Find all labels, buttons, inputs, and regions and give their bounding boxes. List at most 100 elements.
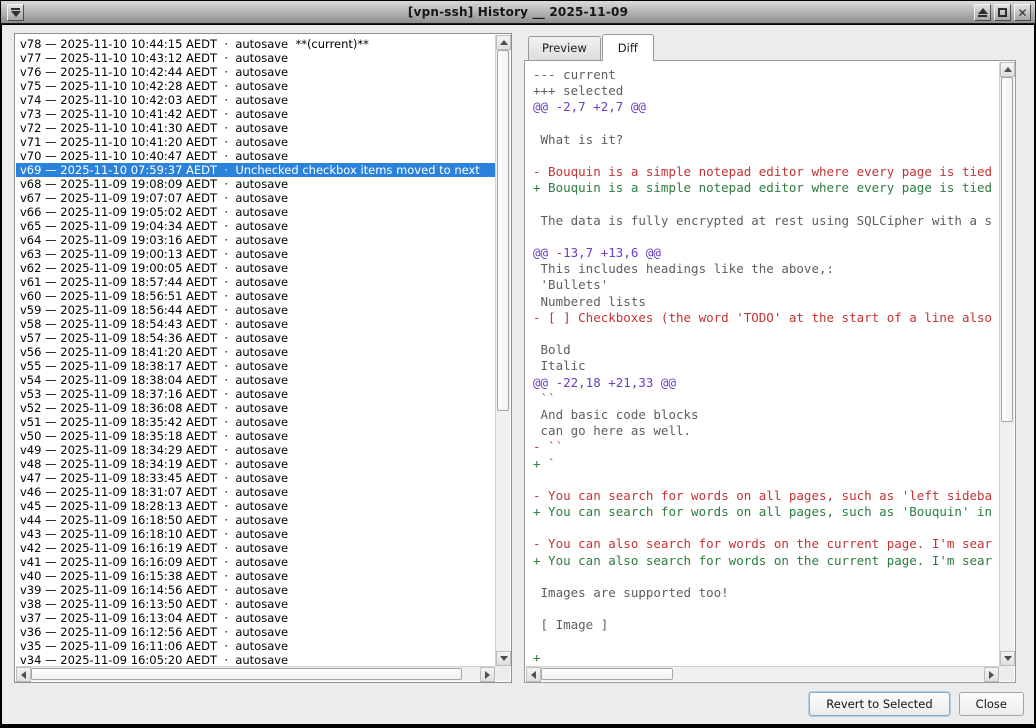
history-row[interactable]: v57 — 2025-11-09 18:54:36 AEDT · autosav… [16, 331, 495, 345]
diff-line: What is it? [533, 132, 999, 148]
history-horizontal-scrollbar[interactable] [16, 666, 495, 681]
history-row[interactable]: v44 — 2025-11-09 16:18:50 AEDT · autosav… [16, 513, 495, 527]
diff-line: Italic [533, 358, 999, 374]
history-row[interactable]: v40 — 2025-11-09 16:15:38 AEDT · autosav… [16, 569, 495, 583]
scroll-down-button[interactable] [496, 651, 511, 666]
history-row[interactable]: v36 — 2025-11-09 16:12:56 AEDT · autosav… [16, 625, 495, 639]
history-row[interactable]: v50 — 2025-11-09 18:35:18 AEDT · autosav… [16, 429, 495, 443]
history-row[interactable]: v61 — 2025-11-09 18:57:44 AEDT · autosav… [16, 275, 495, 289]
history-row[interactable]: v42 — 2025-11-09 16:16:19 AEDT · autosav… [16, 541, 495, 555]
scroll-left-button[interactable] [526, 667, 541, 682]
shade-button[interactable] [974, 4, 991, 21]
history-row[interactable]: v38 — 2025-11-09 16:13:50 AEDT · autosav… [16, 597, 495, 611]
history-row[interactable]: v74 — 2025-11-10 10:42:03 AEDT · autosav… [16, 93, 495, 107]
history-row[interactable]: v62 — 2025-11-09 19:00:05 AEDT · autosav… [16, 261, 495, 275]
history-row[interactable]: v78 — 2025-11-10 10:44:15 AEDT · autosav… [16, 37, 495, 51]
diff-line: + ` [533, 456, 999, 472]
diff-line: @@ -2,7 +2,7 @@ [533, 99, 999, 115]
history-row[interactable]: v49 — 2025-11-09 18:34:29 AEDT · autosav… [16, 443, 495, 457]
diff-line: @@ -13,7 +13,6 @@ [533, 245, 999, 261]
horizontal-scroll-thumb[interactable] [541, 668, 673, 680]
window-menu-button[interactable] [7, 4, 24, 21]
history-row[interactable]: v58 — 2025-11-09 18:54:43 AEDT · autosav… [16, 317, 495, 331]
close-dialog-button[interactable]: Close [959, 692, 1024, 716]
arrow-right-icon [989, 671, 994, 679]
close-icon: ✕ [1017, 7, 1027, 19]
history-row[interactable]: v72 — 2025-11-10 10:41:30 AEDT · autosav… [16, 121, 495, 135]
history-row[interactable]: v46 — 2025-11-09 18:31:07 AEDT · autosav… [16, 485, 495, 499]
history-row[interactable]: v59 — 2025-11-09 18:56:44 AEDT · autosav… [16, 303, 495, 317]
history-row[interactable]: v34 — 2025-11-09 16:05:20 AEDT · autosav… [16, 653, 495, 666]
history-row[interactable]: v54 — 2025-11-09 18:38:04 AEDT · autosav… [16, 373, 495, 387]
tab-diff[interactable]: Diff [602, 34, 654, 61]
diff-horizontal-scrollbar[interactable] [526, 666, 999, 681]
history-row[interactable]: v66 — 2025-11-09 19:05:02 AEDT · autosav… [16, 205, 495, 219]
window-menu-icon [11, 8, 21, 17]
diff-line: Bold [533, 342, 999, 358]
history-row[interactable]: v69 — 2025-11-10 07:59:37 AEDT · Uncheck… [16, 163, 495, 177]
arrow-left-icon [531, 671, 536, 679]
diff-panel: --- current+++ selected@@ -2,7 +2,7 @@ W… [524, 60, 1016, 683]
history-row[interactable]: v47 — 2025-11-09 18:33:45 AEDT · autosav… [16, 471, 495, 485]
scroll-right-button[interactable] [480, 667, 495, 682]
history-list[interactable]: v78 — 2025-11-10 10:44:15 AEDT · autosav… [16, 35, 495, 666]
scroll-right-button[interactable] [984, 667, 999, 682]
history-row[interactable]: v63 — 2025-11-09 19:00:13 AEDT · autosav… [16, 247, 495, 261]
maximize-button[interactable] [994, 4, 1011, 21]
history-row[interactable]: v43 — 2025-11-09 16:18:10 AEDT · autosav… [16, 527, 495, 541]
history-row[interactable]: v48 — 2025-11-09 18:34:19 AEDT · autosav… [16, 457, 495, 471]
titlebar[interactable]: [vpn-ssh] History __ 2025-11-09 ✕ [1, 1, 1035, 24]
history-row[interactable]: v76 — 2025-11-10 10:42:44 AEDT · autosav… [16, 65, 495, 79]
history-row[interactable]: v45 — 2025-11-09 18:28:13 AEDT · autosav… [16, 499, 495, 513]
history-row[interactable]: v67 — 2025-11-09 19:07:07 AEDT · autosav… [16, 191, 495, 205]
scroll-down-button[interactable] [1000, 651, 1015, 666]
history-list-panel: v78 — 2025-11-10 10:44:15 AEDT · autosav… [14, 33, 512, 683]
history-row[interactable]: v39 — 2025-11-09 16:14:56 AEDT · autosav… [16, 583, 495, 597]
diff-view[interactable]: --- current+++ selected@@ -2,7 +2,7 @@ W… [526, 62, 999, 666]
history-row[interactable]: v35 — 2025-11-09 16:11:06 AEDT · autosav… [16, 639, 495, 653]
history-row[interactable]: v60 — 2025-11-09 18:56:51 AEDT · autosav… [16, 289, 495, 303]
history-window: [vpn-ssh] History __ 2025-11-09 ✕ v78 — … [0, 0, 1036, 728]
arrow-up-icon [1004, 67, 1012, 72]
diff-line: @@ -22,18 +21,33 @@ [533, 375, 999, 391]
vertical-scroll-thumb[interactable] [1001, 77, 1013, 422]
history-vertical-scrollbar[interactable] [495, 35, 510, 666]
vertical-scroll-thumb[interactable] [497, 50, 509, 411]
diff-line: Images are supported too! [533, 585, 999, 601]
scroll-up-button[interactable] [496, 35, 511, 50]
history-row[interactable]: v52 — 2025-11-09 18:36:08 AEDT · autosav… [16, 401, 495, 415]
scroll-left-button[interactable] [16, 667, 31, 682]
history-row[interactable]: v55 — 2025-11-09 18:38:17 AEDT · autosav… [16, 359, 495, 373]
diff-line [533, 229, 999, 245]
history-row[interactable]: v75 — 2025-11-10 10:42:28 AEDT · autosav… [16, 79, 495, 93]
history-row[interactable]: v68 — 2025-11-09 19:08:09 AEDT · autosav… [16, 177, 495, 191]
diff-line [533, 601, 999, 617]
diff-line [533, 197, 999, 213]
history-row[interactable]: v56 — 2025-11-09 18:41:20 AEDT · autosav… [16, 345, 495, 359]
close-button[interactable]: ✕ [1014, 4, 1031, 21]
history-row[interactable]: v53 — 2025-11-09 18:37:16 AEDT · autosav… [16, 387, 495, 401]
history-row[interactable]: v77 — 2025-11-10 10:43:12 AEDT · autosav… [16, 51, 495, 65]
history-row[interactable]: v65 — 2025-11-09 19:04:34 AEDT · autosav… [16, 219, 495, 233]
horizontal-scroll-thumb[interactable] [31, 668, 462, 680]
diff-line [533, 326, 999, 342]
diff-line: The data is fully encrypted at rest usin… [533, 213, 999, 229]
scroll-up-button[interactable] [1000, 62, 1015, 77]
diff-vertical-scrollbar[interactable] [999, 62, 1014, 666]
diff-line: 'Bullets' [533, 277, 999, 293]
diff-line [533, 148, 999, 164]
history-row[interactable]: v71 — 2025-11-10 10:41:20 AEDT · autosav… [16, 135, 495, 149]
history-row[interactable]: v73 — 2025-11-10 10:41:42 AEDT · autosav… [16, 107, 495, 121]
history-row[interactable]: v41 — 2025-11-09 16:16:09 AEDT · autosav… [16, 555, 495, 569]
diff-line: `` [533, 391, 999, 407]
revert-to-selected-button[interactable]: Revert to Selected [809, 692, 949, 716]
diff-line: - You can also search for words on the c… [533, 536, 999, 552]
history-row[interactable]: v37 — 2025-11-09 16:13:04 AEDT · autosav… [16, 611, 495, 625]
tab-preview[interactable]: Preview [528, 36, 601, 60]
button-bar: Revert to Selected Close [2, 684, 1034, 724]
history-row[interactable]: v51 — 2025-11-09 18:35:42 AEDT · autosav… [16, 415, 495, 429]
arrow-right-icon [485, 671, 490, 679]
history-row[interactable]: v70 — 2025-11-10 10:40:47 AEDT · autosav… [16, 149, 495, 163]
history-row[interactable]: v64 — 2025-11-09 19:03:16 AEDT · autosav… [16, 233, 495, 247]
diff-line: + You can also search for words on the c… [533, 553, 999, 569]
